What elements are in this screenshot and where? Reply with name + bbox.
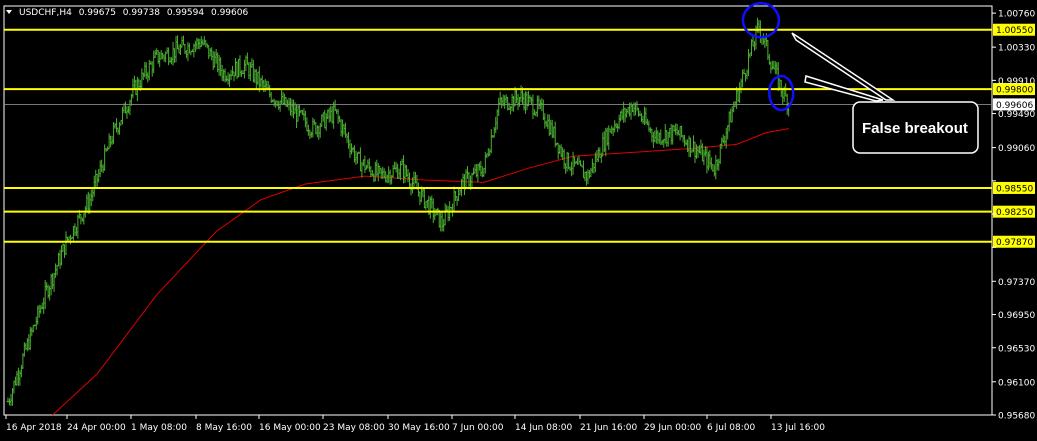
level-price-label: 1.00550 (996, 26, 1033, 36)
x-tick-label: 23 May 08:00 (323, 423, 385, 433)
y-tick-label: 1.00330 (998, 44, 1035, 54)
symbol-label: USDCHF,H4 (19, 8, 72, 18)
y-tick-label: 0.96100 (998, 378, 1035, 388)
x-tick-label: 16 May 00:00 (259, 423, 321, 433)
x-tick-label: 8 May 16:00 (196, 423, 252, 433)
high-value: 0.99738 (123, 8, 160, 18)
y-tick-label: 0.99910 (998, 77, 1035, 87)
y-tick-label: 1.00760 (998, 10, 1035, 20)
svg-text:USDCHF,H4 0.99675: USDCHF,H4 0.99675 0.99738 0.99594 0.9960… (19, 8, 248, 18)
x-tick-label: 1 May 08:00 (131, 423, 187, 433)
y-tick-label: 0.96950 (998, 311, 1035, 321)
level-price-label: 0.99800 (996, 86, 1033, 96)
y-tick-label: 0.96530 (998, 344, 1035, 354)
chart-header: USDCHF,H4 0.99675 0.99738 0.99594 0.9960… (6, 8, 248, 18)
price-chart[interactable]: 1.00550 0.99800 0.98550 0.98250 0.97870 0.996… (0, 0, 1037, 441)
x-tick-label: 29 Jun 00:00 (644, 423, 701, 433)
x-tick-label: 30 May 16:00 (388, 423, 450, 433)
level-price-label: 0.98550 (996, 184, 1033, 194)
x-tick-label: 21 Jun 16:00 (580, 423, 637, 433)
y-tick-label: 0.99060 (998, 144, 1035, 154)
x-tick-label: 14 Jun 08:00 (515, 423, 572, 433)
open-value: 0.99675 (79, 8, 116, 18)
x-tick-label: 24 Apr 00:00 (67, 423, 126, 433)
y-tick-label: 0.97370 (998, 278, 1035, 288)
level-price-label: 0.98250 (996, 208, 1033, 218)
x-tick-label: 16 Apr 2018 (6, 423, 62, 433)
chart-background (0, 0, 1037, 441)
x-tick-label: 6 Jul 08:00 (707, 423, 756, 433)
y-tick-label: 0.95680 (998, 412, 1035, 422)
y-tick-label: 0.99490 (998, 110, 1035, 120)
level-price-label: 0.97870 (996, 238, 1033, 248)
x-tick-label: 7 Jun 00:00 (452, 423, 504, 433)
x-tick-label: 13 Jul 16:00 (771, 423, 825, 433)
close-value: 0.99606 (211, 8, 248, 18)
low-value: 0.99594 (167, 8, 204, 18)
annotation-text: False breakout (862, 120, 968, 137)
